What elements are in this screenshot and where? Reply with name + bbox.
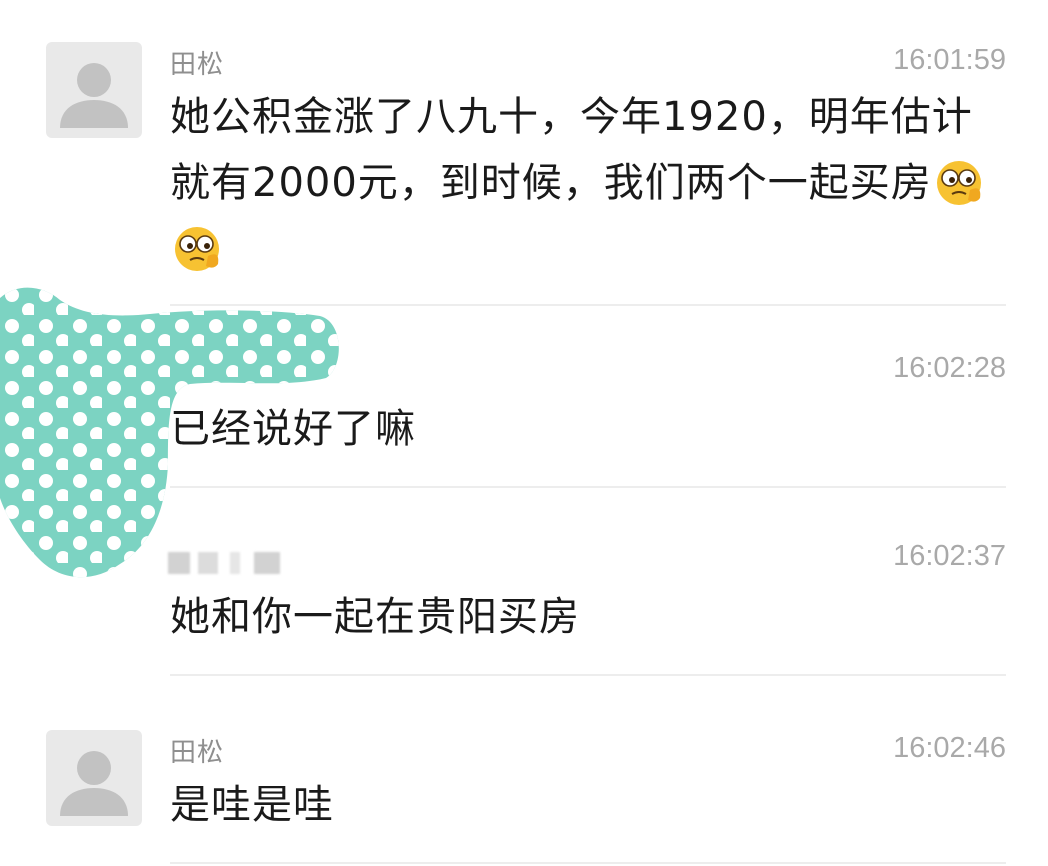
- message-text-content: 她公积金涨了八九十，今年1920，明年估计就有2000元，到时候，我们两个一起买…: [170, 94, 973, 206]
- message-timestamp: 16:02:28: [893, 352, 1006, 384]
- sender-name: 田松: [170, 738, 225, 768]
- message-timestamp: 16:02:37: [893, 540, 1006, 572]
- message-text: 她和你一起在贵阳买房: [170, 584, 1010, 650]
- avatar[interactable]: [46, 730, 142, 826]
- peeking-face-emoji-icon: [932, 154, 986, 208]
- message-divider: [170, 674, 1006, 676]
- default-person-avatar-icon: [60, 751, 128, 816]
- message-timestamp: 16:02:46: [893, 732, 1006, 764]
- default-person-avatar-icon: [60, 63, 128, 128]
- message-text: 她公积金涨了八九十，今年1920，明年估计就有2000元，到时候，我们两个一起买…: [170, 84, 1010, 282]
- polka-dot-sticker-icon: [0, 284, 345, 588]
- message-divider: [170, 862, 1006, 864]
- message-text-content: 她和你一起在贵阳买房: [170, 594, 580, 640]
- peeking-face-emoji-icon: [170, 220, 224, 274]
- sender-name: 田松: [170, 50, 225, 80]
- message-timestamp: 16:01:59: [893, 44, 1006, 76]
- avatar[interactable]: [46, 42, 142, 138]
- message-text: 是哇是哇: [170, 772, 1010, 838]
- message-text-content: 是哇是哇: [170, 782, 334, 828]
